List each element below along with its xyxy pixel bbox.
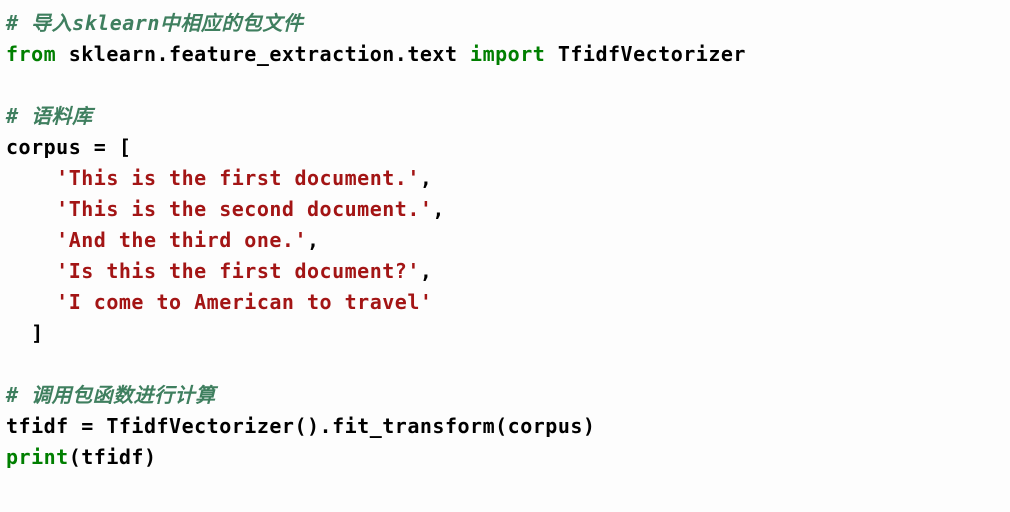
comment: # 导入sklearn中相应的包文件 (6, 11, 303, 35)
variable: corpus (6, 135, 81, 159)
indent (6, 166, 56, 190)
indent (6, 197, 56, 221)
code-line: print(tfidf) (6, 445, 157, 469)
indent (6, 228, 56, 252)
string-literal: 'This is the second document.' (56, 197, 432, 221)
string-literal: 'This is the first document.' (56, 166, 420, 190)
indent (6, 290, 56, 314)
operator: = (69, 414, 107, 438)
comma: , (420, 166, 433, 190)
call-expression: TfidfVectorizer().fit_transform(corpus) (106, 414, 595, 438)
keyword-from: from (6, 42, 56, 66)
operator: = (81, 135, 119, 159)
code-line: 'I come to American to travel' (6, 290, 432, 314)
comment: # 语料库 (6, 104, 93, 128)
code-line: # 语料库 (6, 104, 93, 128)
code-line: # 导入sklearn中相应的包文件 (6, 11, 303, 35)
code-line: corpus = [ (6, 135, 131, 159)
code-line: from sklearn.feature_extraction.text imp… (6, 42, 746, 66)
string-literal: 'I come to American to travel' (56, 290, 432, 314)
code-line: # 调用包函数进行计算 (6, 383, 216, 407)
comma: , (420, 259, 433, 283)
string-literal: 'Is this the first document?' (56, 259, 420, 283)
module-name: sklearn.feature_extraction.text (69, 42, 458, 66)
code-line: ] (6, 321, 44, 345)
call-args: (tfidf) (69, 445, 157, 469)
string-literal: 'And the third one.' (56, 228, 307, 252)
code-line: 'And the third one.', (6, 228, 320, 252)
import-name: TfidfVectorizer (558, 42, 746, 66)
comment: # 调用包函数进行计算 (6, 383, 216, 407)
comma: , (307, 228, 320, 252)
variable: tfidf (6, 414, 69, 438)
code-line: 'This is the second document.', (6, 197, 445, 221)
comma: , (432, 197, 445, 221)
code-line: 'Is this the first document?', (6, 259, 432, 283)
indent (6, 321, 31, 345)
indent (6, 259, 56, 283)
code-line: 'This is the first document.', (6, 166, 432, 190)
keyword-import: import (470, 42, 545, 66)
bracket-close: ] (31, 321, 44, 345)
bracket-open: [ (119, 135, 132, 159)
builtin-print: print (6, 445, 69, 469)
code-block: # 导入sklearn中相应的包文件 from sklearn.feature_… (6, 8, 1004, 473)
code-line: tfidf = TfidfVectorizer().fit_transform(… (6, 414, 595, 438)
